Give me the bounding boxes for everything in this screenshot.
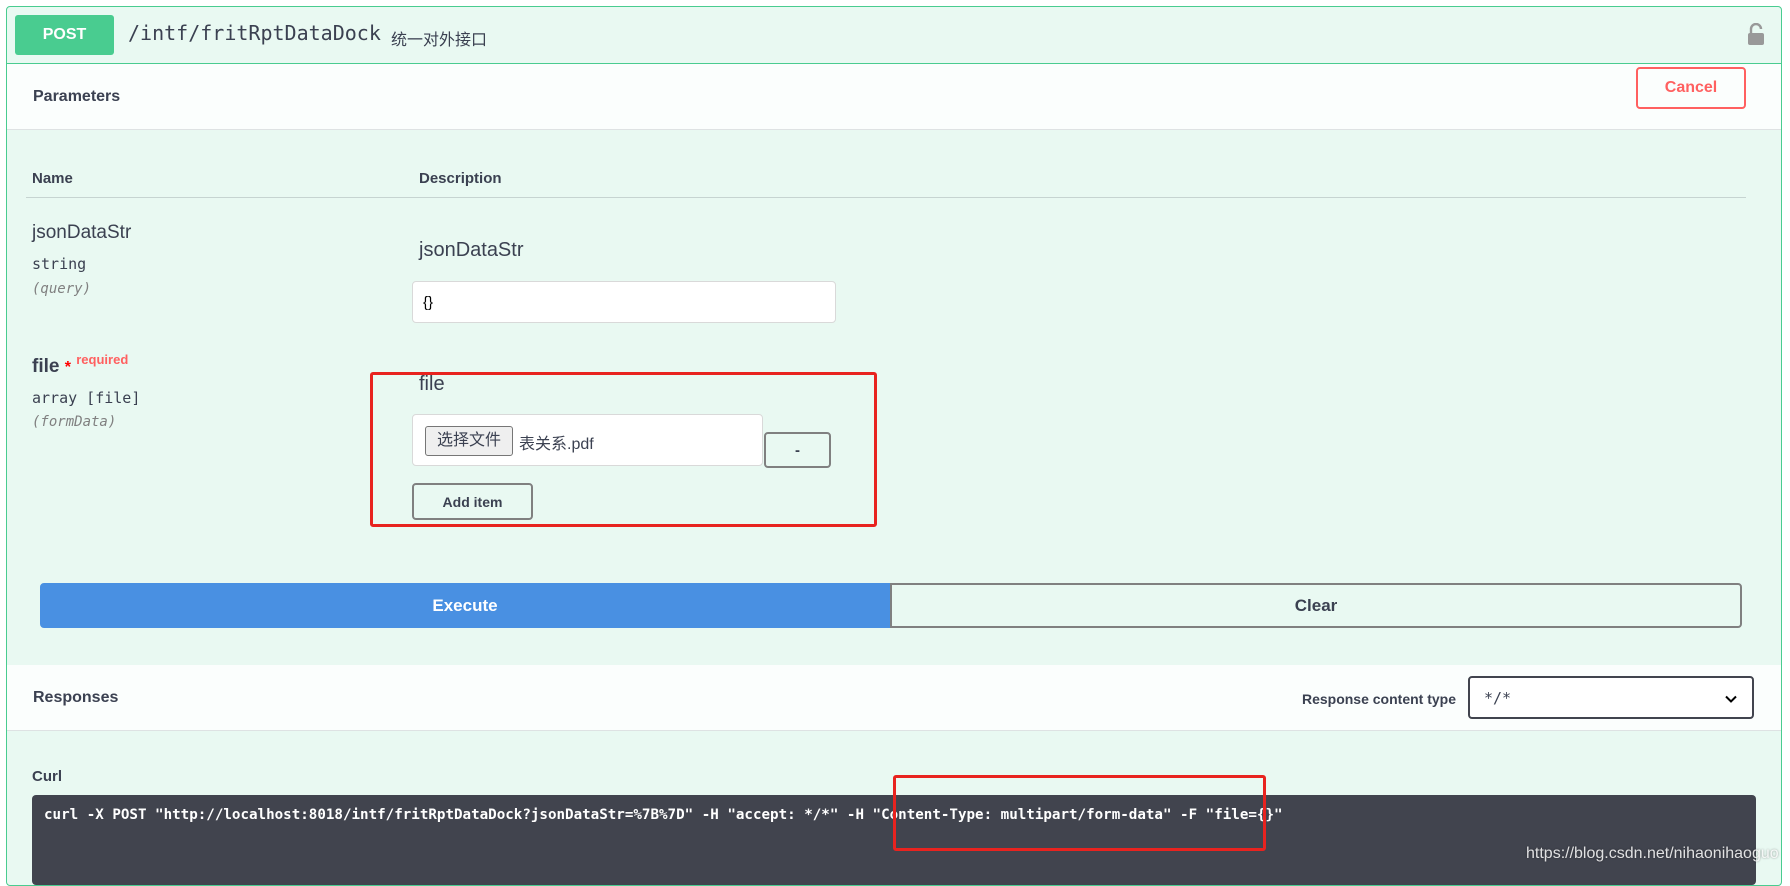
clear-button[interactable]: Clear xyxy=(890,583,1742,628)
response-content-type-label: Response content type xyxy=(1301,691,1456,707)
param-type-jsonDataStr: string xyxy=(32,255,87,273)
execute-button[interactable]: Execute xyxy=(40,583,890,628)
chevron-down-icon xyxy=(1725,695,1737,703)
required-star: * xyxy=(64,359,71,376)
param-name-file-text: file xyxy=(32,356,60,377)
parameters-title: Parameters xyxy=(33,88,121,105)
curl-label: Curl xyxy=(32,768,62,785)
watermark-text: https://blog.csdn.net/nihaonihaoguo xyxy=(1526,845,1779,862)
param-in-file: (formData) xyxy=(32,414,117,430)
parameters-header: Parameters xyxy=(7,64,1781,130)
param-name-file: file * required xyxy=(32,352,128,378)
response-content-type-value: */* xyxy=(1484,689,1512,707)
responses-title: Responses xyxy=(33,689,119,706)
operation-block: POST /intf/fritRptDataDock 统一对外接口 Parame… xyxy=(6,6,1782,886)
jsonDataStr-input[interactable] xyxy=(412,281,836,323)
col-description-header: Description xyxy=(419,170,502,187)
method-badge: POST xyxy=(15,15,114,55)
endpoint-description: 统一对外接口 xyxy=(391,32,488,49)
param-name-jsonDataStr: jsonDataStr xyxy=(32,222,132,243)
unlock-icon[interactable] xyxy=(1747,23,1765,45)
endpoint-path: /intf/fritRptDataDock xyxy=(128,21,381,45)
required-label: required xyxy=(76,352,129,367)
response-content-type-select[interactable]: */* xyxy=(1468,676,1754,719)
operation-summary[interactable]: POST /intf/fritRptDataDock 统一对外接口 xyxy=(7,7,1781,64)
param-type-file: array [file] xyxy=(32,389,141,407)
field-label-jsonDataStr: jsonDataStr xyxy=(419,239,524,261)
header-divider xyxy=(26,197,1746,198)
param-in-jsonDataStr: (query) xyxy=(32,281,92,297)
cancel-button[interactable]: Cancel xyxy=(1636,67,1746,109)
annotation-box-file xyxy=(370,372,877,527)
col-name-header: Name xyxy=(32,170,73,187)
annotation-box-content-type xyxy=(893,775,1266,851)
